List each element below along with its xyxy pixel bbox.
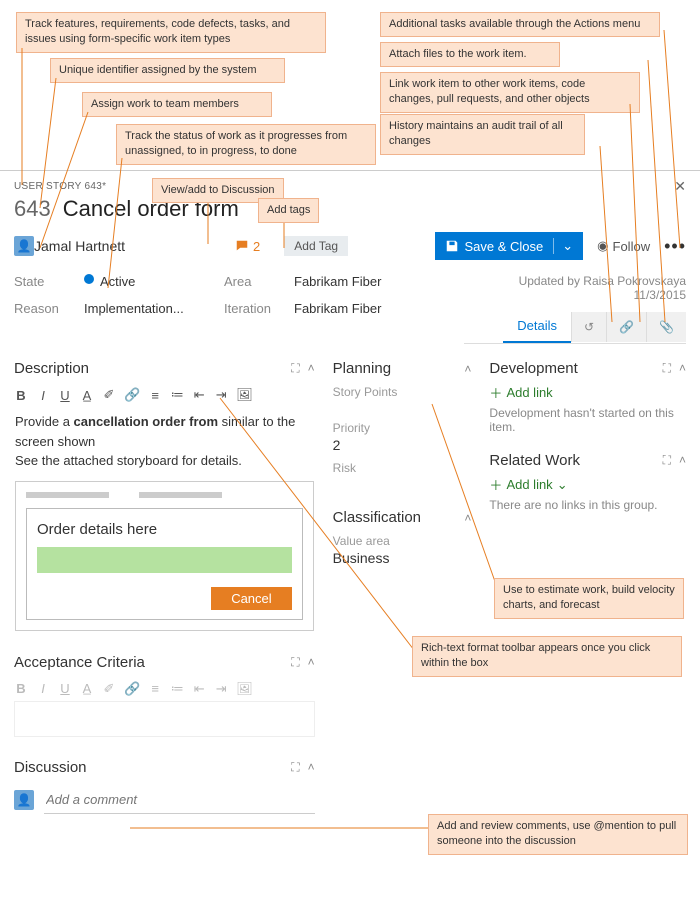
mockup-title: Order details here: [37, 519, 292, 542]
description-header: Description: [14, 360, 89, 377]
annotation: Assign work to team members: [82, 92, 272, 117]
expand-icon[interactable]: ⛶: [291, 760, 299, 775]
work-item-id: 643: [14, 196, 51, 222]
description-body[interactable]: Provide a cancellation order from simila…: [14, 407, 315, 636]
save-close-button[interactable]: Save & Close ⌄: [435, 232, 584, 260]
history-icon[interactable]: ↺: [571, 312, 606, 342]
indent-button[interactable]: ⇥: [214, 387, 228, 403]
annotation: Rich-text format toolbar appears once yo…: [412, 636, 682, 677]
discussion-count[interactable]: 2: [235, 239, 260, 254]
annotation: Add tags: [258, 198, 319, 223]
clear-format-button[interactable]: ✐: [102, 387, 116, 403]
follow-button[interactable]: ◉ Follow: [597, 238, 650, 254]
value-area-value[interactable]: Business: [333, 550, 472, 566]
image-button[interactable]: 🖼: [236, 387, 253, 403]
bold-button[interactable]: B: [14, 388, 28, 403]
outdent-button[interactable]: ⇤: [192, 387, 206, 403]
attachments-icon[interactable]: 📎: [646, 312, 686, 342]
development-text: Development hasn't started on this item.: [489, 406, 686, 434]
plus-icon: ＋: [489, 475, 502, 494]
mockup-image: Order details here Cancel: [15, 481, 314, 631]
expand-icon[interactable]: ⛶: [291, 361, 299, 376]
avatar: 👤: [14, 236, 34, 256]
iteration-value[interactable]: Fabrikam Fiber: [294, 301, 381, 316]
story-points-label: Story Points: [333, 385, 472, 399]
chevron-up-icon[interactable]: ˄: [679, 453, 686, 468]
state-dot-icon: [84, 274, 94, 284]
chevron-down-icon[interactable]: ⌄: [553, 238, 573, 254]
state-label: State: [14, 274, 84, 289]
plus-icon: ＋: [489, 383, 502, 402]
expand-icon[interactable]: ⛶: [663, 453, 671, 468]
chevron-up-icon[interactable]: ˄: [308, 760, 315, 775]
state-value[interactable]: Active: [100, 274, 135, 289]
related-text: There are no links in this group.: [489, 498, 686, 512]
links-icon[interactable]: 🔗: [606, 312, 646, 342]
assigned-to[interactable]: Jamal Hartnett: [34, 238, 125, 254]
comment-input[interactable]: [44, 786, 315, 814]
comment-icon: [235, 239, 249, 253]
eye-icon: ◉: [597, 238, 608, 254]
actions-menu[interactable]: •••: [664, 236, 686, 257]
related-header: Related Work: [489, 452, 580, 469]
expand-icon[interactable]: ⛶: [663, 361, 671, 376]
rich-text-toolbar-disabled: BIUA̲✐🔗≡≔⇤⇥🖼: [14, 677, 315, 701]
underline-button[interactable]: U: [58, 388, 72, 403]
add-link-button[interactable]: ＋Add link: [489, 383, 686, 402]
planning-header: Planning: [333, 360, 391, 377]
font-color-button[interactable]: A̲: [80, 388, 94, 403]
save-icon: [445, 239, 459, 253]
expand-icon[interactable]: ⛶: [291, 655, 299, 670]
value-area-label: Value area: [333, 534, 472, 548]
iteration-label: Iteration: [224, 301, 294, 316]
chevron-up-icon[interactable]: ˄: [464, 362, 471, 376]
priority-value[interactable]: 2: [333, 437, 472, 453]
acceptance-body[interactable]: [14, 701, 315, 737]
annotation: Unique identifier assigned by the system: [50, 58, 285, 83]
development-header: Development: [489, 360, 577, 377]
discussion-header: Discussion: [14, 759, 87, 776]
rich-text-toolbar[interactable]: B I U A̲ ✐ 🔗 ≡ ≔ ⇤ ⇥ 🖼: [14, 383, 315, 407]
annotation: Track the status of work as it progresse…: [116, 124, 376, 165]
tab-details[interactable]: Details: [503, 310, 571, 343]
italic-button[interactable]: I: [36, 388, 50, 403]
area-label: Area: [224, 274, 294, 289]
annotation: Link work item to other work items, code…: [380, 72, 640, 113]
acceptance-header: Acceptance Criteria: [14, 654, 145, 671]
chevron-up-icon[interactable]: ˄: [308, 655, 315, 670]
add-tag-button[interactable]: Add Tag: [284, 236, 348, 256]
link-button[interactable]: 🔗: [124, 387, 140, 403]
mockup-cancel-button: Cancel: [211, 587, 291, 610]
add-link-button[interactable]: ＋Add link ⌄: [489, 475, 686, 494]
chevron-up-icon[interactable]: ˄: [308, 361, 315, 376]
annotation: Use to estimate work, build velocity cha…: [494, 578, 684, 619]
bullet-list-button[interactable]: ≡: [148, 388, 162, 403]
updated-by: Updated by Raisa Pokrovskaya 11/3/2015: [464, 274, 686, 302]
number-list-button[interactable]: ≔: [170, 387, 184, 403]
close-icon[interactable]: ✕: [674, 178, 686, 195]
chevron-up-icon[interactable]: ˄: [464, 511, 471, 525]
risk-label: Risk: [333, 461, 472, 475]
avatar: 👤: [14, 790, 34, 810]
reason-value[interactable]: Implementation...: [84, 301, 184, 316]
classification-header: Classification: [333, 509, 421, 526]
annotation: Additional tasks available through the A…: [380, 12, 660, 37]
priority-label: Priority: [333, 421, 472, 435]
annotation: Attach files to the work item.: [380, 42, 560, 67]
work-item-type: USER STORY 643*: [14, 181, 686, 192]
reason-label: Reason: [14, 301, 84, 316]
chevron-up-icon[interactable]: ˄: [679, 361, 686, 376]
annotation: History maintains an audit trail of all …: [380, 114, 585, 155]
annotation: Add and review comments, use @mention to…: [428, 814, 688, 855]
area-value[interactable]: Fabrikam Fiber: [294, 274, 381, 289]
chevron-down-icon[interactable]: ⌄: [557, 477, 568, 493]
annotation: Track features, requirements, code defec…: [16, 12, 326, 53]
